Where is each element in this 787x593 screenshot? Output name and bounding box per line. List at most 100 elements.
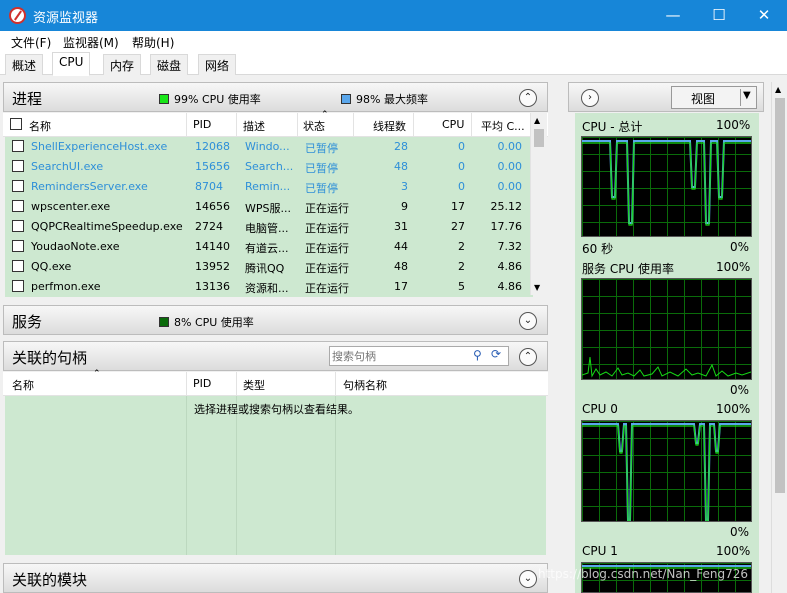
max-frequency-text: 98% 最大频率 (356, 93, 428, 106)
close-button[interactable]: ✕ (741, 0, 787, 31)
process-status: 已暂停 (305, 182, 338, 195)
handles-header[interactable]: 关联的句柄 ⚲ ⟳ ⌃ (3, 341, 548, 371)
modules-header[interactable]: 关联的模块 ⌄ (3, 563, 548, 593)
process-pid: 14140 (195, 240, 230, 253)
col-status[interactable]: 状态 (303, 118, 325, 134)
expand-services-icon[interactable]: ⌄ (519, 312, 537, 330)
process-desc: Search... (245, 160, 294, 173)
scroll-up-icon[interactable]: ▲ (534, 116, 540, 125)
processes-header[interactable]: 进程 99% CPU 使用率 98% 最大频率 ⌃ (3, 82, 548, 112)
search-handles-input[interactable] (332, 348, 467, 364)
handles-col-handle-name[interactable]: 句柄名称 (343, 377, 387, 393)
process-checkbox[interactable] (12, 140, 24, 152)
process-row[interactable]: perfmon.exe 13136 资源和... 正在运行 17 5 4.86 (5, 277, 533, 297)
menu-file[interactable]: 文件(F) (11, 34, 51, 51)
processes-scrollbar[interactable]: ▲ ▼ (530, 113, 547, 295)
search-handles-box[interactable]: ⚲ ⟳ (329, 346, 509, 366)
tab-cpu[interactable]: CPU (52, 52, 91, 76)
process-checkbox[interactable] (12, 260, 24, 272)
search-icon[interactable]: ⚲ (473, 348, 482, 362)
process-row[interactable]: wpscenter.exe 14656 WPS服... 正在运行 9 17 25.12 (5, 197, 533, 217)
watermark: https://blog.csdn.net/Nan_Feng726 (538, 567, 749, 581)
scroll-down-icon[interactable]: ▼ (534, 283, 540, 292)
processes-column-header: 名称 PID 描述 状态 ⌃ 线程数 CPU 平均 C... (3, 110, 548, 137)
process-checkbox[interactable] (12, 280, 24, 292)
process-threads: 17 (394, 280, 408, 293)
outer-scroll-thumb[interactable] (775, 98, 785, 493)
cpu1-label: CPU 1 (582, 544, 618, 558)
process-avg: 0.00 (497, 140, 523, 153)
tab-memory[interactable]: 内存 (103, 54, 142, 75)
cpu-total-graph (581, 136, 752, 237)
process-checkbox[interactable] (12, 220, 24, 232)
process-threads: 28 (394, 140, 408, 153)
process-pid: 12068 (195, 140, 230, 153)
outer-scroll-up-icon[interactable]: ▲ (775, 85, 781, 94)
process-desc: 腾讯QQ (245, 262, 285, 275)
col-name[interactable]: 名称 (29, 118, 51, 134)
expand-modules-icon[interactable]: ⌄ (519, 570, 537, 588)
process-avg: 0.00 (497, 180, 523, 193)
process-status: 正在运行 (305, 262, 349, 275)
process-pid: 15656 (195, 160, 230, 173)
process-status: 已暂停 (305, 162, 338, 175)
process-checkbox[interactable] (12, 240, 24, 252)
process-avg: 7.32 (497, 240, 523, 253)
col-cpu[interactable]: CPU (442, 118, 464, 131)
expand-graphs-icon[interactable]: › (581, 89, 599, 107)
handles-column-header: 名称 ⌃ PID 类型 句柄名称 (3, 369, 548, 396)
col-pid[interactable]: PID (193, 118, 211, 131)
process-desc: WPS服... (245, 202, 291, 215)
menu-help[interactable]: 帮助(H) (132, 34, 174, 51)
tab-overview[interactable]: 概述 (5, 54, 44, 75)
cpu0-graph (581, 420, 752, 522)
cpu-total-max: 100% (716, 118, 751, 132)
col-avg-cpu[interactable]: 平均 C... (481, 118, 525, 134)
window-scrollbar[interactable]: ▲ (771, 82, 787, 593)
process-name: YoudaoNote.exe (31, 240, 120, 253)
process-name: wpscenter.exe (31, 200, 111, 213)
collapse-processes-icon[interactable]: ⌃ (519, 89, 537, 107)
col-threads[interactable]: 线程数 (373, 118, 406, 134)
process-cpu: 27 (451, 220, 465, 233)
cpu-usage-stat: 99% CPU 使用率 (159, 91, 261, 107)
minimize-button[interactable]: — (650, 0, 696, 31)
process-row[interactable]: SearchUI.exe 15656 Search... 已暂停 48 0 0.00 (5, 157, 533, 177)
handles-col-type[interactable]: 类型 (243, 377, 265, 393)
scroll-thumb[interactable] (534, 129, 544, 147)
services-cpu-stat: 8% CPU 使用率 (159, 314, 254, 330)
process-avg: 4.86 (497, 280, 523, 293)
tab-disk[interactable]: 磁盘 (150, 54, 189, 75)
process-cpu: 2 (458, 240, 465, 253)
collapse-handles-icon[interactable]: ⌃ (519, 348, 537, 366)
process-desc: Remin... (245, 180, 291, 193)
process-status: 正在运行 (305, 282, 349, 295)
col-description[interactable]: 描述 (243, 118, 265, 134)
services-cpu-swatch (159, 317, 169, 327)
cpu-usage-text: 99% CPU 使用率 (174, 93, 261, 106)
refresh-icon[interactable]: ⟳ (491, 347, 501, 361)
tab-network[interactable]: 网络 (198, 54, 237, 75)
process-row[interactable]: ShellExperienceHost.exe 12068 Windo... 已暂停 2… (5, 137, 533, 157)
process-desc: 电脑管... (245, 222, 289, 235)
services-header[interactable]: 服务 8% CPU 使用率 ⌄ (3, 305, 548, 335)
processes-title: 进程 (12, 90, 43, 108)
handles-col-name[interactable]: 名称 (12, 377, 34, 393)
process-checkbox[interactable] (12, 200, 24, 212)
process-row[interactable]: RemindersServer.exe 8704 Remin... 已暂停 3 0 0.00 (5, 177, 533, 197)
services-cpu-text: 8% CPU 使用率 (174, 316, 254, 329)
process-row[interactable]: QQPCRealtimeSpeedup.exe 2724 电脑管... 正在运行 31 2… (5, 217, 533, 237)
select-all-checkbox[interactable] (10, 118, 22, 130)
process-checkbox[interactable] (12, 160, 24, 172)
view-dropdown[interactable]: 视图 ▼ (671, 86, 757, 109)
menu-monitor[interactable]: 监视器(M) (63, 34, 119, 51)
process-row[interactable]: YoudaoNote.exe 14140 有道云... 正在运行 44 2 7.32 (5, 237, 533, 257)
maximize-button[interactable]: ☐ (696, 0, 742, 31)
handles-col-pid[interactable]: PID (193, 377, 211, 390)
service-cpu-graph (581, 278, 752, 380)
max-frequency-swatch (341, 94, 351, 104)
process-checkbox[interactable] (12, 180, 24, 192)
sort-ascending-icon: ⌃ (321, 110, 329, 120)
process-row[interactable]: QQ.exe 13952 腾讯QQ 正在运行 48 2 4.86 (5, 257, 533, 277)
process-avg: 4.86 (497, 260, 523, 273)
